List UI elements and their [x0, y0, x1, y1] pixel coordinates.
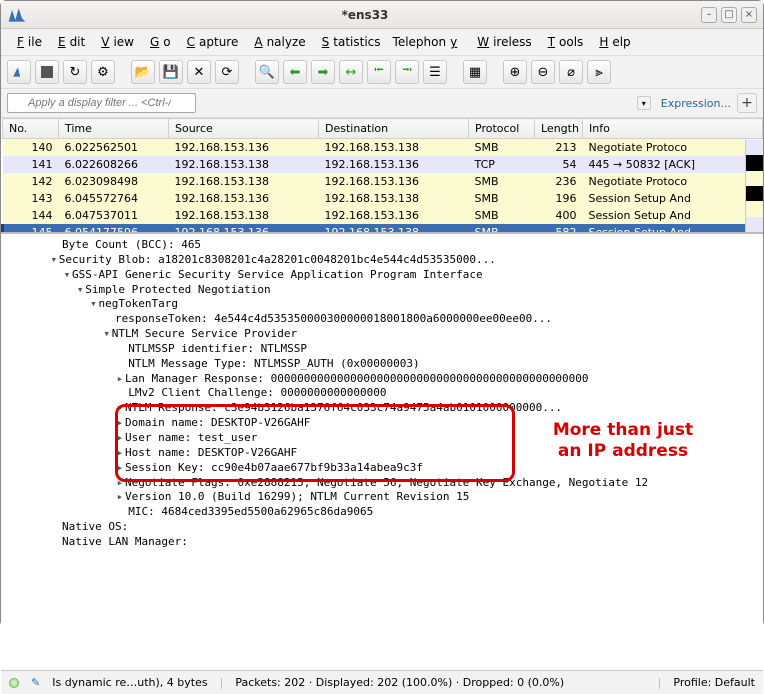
menubar: File Edit View Go Capture Analyze Statis…: [1, 29, 763, 56]
annotation-highlight-box: [115, 404, 515, 482]
caret-down-icon[interactable]: ▾: [62, 268, 72, 283]
packet-row[interactable]: 1416.022608266192.168.153.138192.168.153…: [3, 156, 763, 173]
restart-icon[interactable]: ↻: [63, 60, 87, 84]
tree-mic: MIC: 4684ced3395ed5500a62965c86da9065: [128, 505, 373, 518]
minimap-scrollbar[interactable]: [745, 140, 763, 232]
stop-icon[interactable]: [35, 60, 59, 84]
display-filter-input[interactable]: [7, 93, 196, 113]
packet-row[interactable]: 1446.047537011192.168.153.138192.168.153…: [3, 207, 763, 224]
minimize-button[interactable]: –: [701, 7, 717, 23]
packet-details-pane[interactable]: Byte Count (BCC): 465 ▾Security Blob: a1…: [1, 234, 763, 670]
menu-help[interactable]: Help: [591, 33, 634, 51]
expression-link[interactable]: Expression...: [661, 97, 731, 110]
tree-msgtype: NTLM Message Type: NTLMSSP_AUTH (0x00000…: [128, 357, 419, 370]
go-prev-icon[interactable]: ⬅: [283, 60, 307, 84]
tree-ntlmssp: NTLM Secure Service Provider: [112, 327, 297, 340]
find-icon[interactable]: 🔍: [255, 60, 279, 84]
menu-capture[interactable]: Capture: [179, 33, 243, 51]
packet-row[interactable]: 1406.022562501192.168.153.136192.168.153…: [3, 139, 763, 157]
reload-icon[interactable]: ⟳: [215, 60, 239, 84]
caret-right-icon[interactable]: ▸: [115, 372, 125, 387]
packet-row[interactable]: 1426.023098498192.168.153.138192.168.153…: [3, 173, 763, 190]
edit-preferences-icon[interactable]: ✎: [31, 676, 40, 689]
close-button[interactable]: ×: [741, 7, 757, 23]
caret-right-icon[interactable]: ▸: [115, 490, 125, 505]
col-info[interactable]: Info: [583, 119, 763, 139]
status-profile[interactable]: Profile: Default: [673, 676, 755, 689]
menu-analyze[interactable]: Analyze: [246, 33, 309, 51]
col-no[interactable]: No.: [3, 119, 59, 139]
zoom-reset-icon[interactable]: ⌀: [559, 60, 583, 84]
packet-row[interactable]: 1436.045572764192.168.153.136192.168.153…: [3, 190, 763, 207]
filter-row: ▮ ▾ Expression... +: [1, 89, 763, 118]
zoom-out-icon[interactable]: ⊖: [531, 60, 555, 84]
add-filter-button[interactable]: +: [737, 93, 757, 113]
menu-file[interactable]: File: [9, 33, 46, 51]
menu-telephony[interactable]: Telephony: [389, 33, 466, 51]
options-icon[interactable]: ⚙: [91, 60, 115, 84]
caret-down-icon[interactable]: ▾: [49, 253, 59, 268]
tree-nativeos: Native OS:: [62, 520, 128, 533]
resize-cols-icon[interactable]: ⫸: [587, 60, 611, 84]
titlebar: *ens33 – □ ×: [1, 1, 763, 29]
callout-line1: More than just: [533, 420, 713, 441]
caret-down-icon[interactable]: ▾: [88, 297, 98, 312]
menu-statistics[interactable]: Statistics: [314, 33, 385, 51]
col-dest[interactable]: Destination: [319, 119, 469, 139]
col-len[interactable]: Length: [535, 119, 583, 139]
caret-down-icon[interactable]: ▾: [75, 283, 85, 298]
tree-lmv2: LMv2 Client Challenge: 0000000000000000: [128, 386, 386, 399]
tree-gssapi: GSS-API Generic Security Service Applica…: [72, 268, 483, 281]
tree-version: Version 10.0 (Build 16299); NTLM Current…: [125, 490, 469, 503]
caret-down-icon[interactable]: ▾: [102, 327, 112, 342]
status-packets: Packets: 202 · Displayed: 202 (100.0%) ·…: [235, 676, 645, 689]
auto-scroll-icon[interactable]: ☰: [423, 60, 447, 84]
col-proto[interactable]: Protocol: [469, 119, 535, 139]
tree-responsetoken: responseToken: 4e544c4d53535000030000001…: [115, 312, 552, 325]
maximize-button[interactable]: □: [721, 7, 737, 23]
tree-nativelm: Native LAN Manager:: [62, 535, 188, 548]
menu-go[interactable]: Go: [142, 33, 175, 51]
toolbar: ↻ ⚙ 📂 💾 ✕ ⟳ 🔍 ⬅ ➡ ↔ ⭰ ⭲ ☰ ▦ ⊕ ⊖ ⌀ ⫸: [1, 56, 763, 89]
packet-row[interactable]: 1456.054177596192.168.153.136192.168.153…: [3, 224, 763, 234]
go-next-icon[interactable]: ➡: [311, 60, 335, 84]
menu-edit[interactable]: Edit: [50, 33, 89, 51]
save-icon[interactable]: 💾: [159, 60, 183, 84]
tree-ntlmid: NTLMSSP identifier: NTLMSSP: [128, 342, 307, 355]
go-last-icon[interactable]: ⭲: [395, 60, 419, 84]
close-file-icon[interactable]: ✕: [187, 60, 211, 84]
packet-list-pane: No. Time Source Destination Protocol Len…: [1, 118, 763, 234]
col-time[interactable]: Time: [59, 119, 169, 139]
tree-bcc: Byte Count (BCC): 465: [62, 238, 201, 251]
menu-wireless[interactable]: Wireless: [469, 33, 535, 51]
menu-tools[interactable]: Tools: [540, 33, 588, 51]
packet-header-row: No. Time Source Destination Protocol Len…: [3, 119, 763, 139]
tree-secblob: Security Blob: a18201c8308201c4a28201c00…: [59, 253, 496, 266]
callout-line2: an IP address: [533, 441, 713, 462]
zoom-in-icon[interactable]: ⊕: [503, 60, 527, 84]
col-source[interactable]: Source: [169, 119, 319, 139]
expert-led-icon[interactable]: [9, 678, 19, 688]
shark-fin-icon[interactable]: [7, 60, 31, 84]
status-dynamic: Is dynamic re…uth), 4 bytes: [52, 676, 207, 689]
jump-icon[interactable]: ↔: [339, 60, 363, 84]
go-first-icon[interactable]: ⭰: [367, 60, 391, 84]
wireshark-icon: [7, 5, 27, 25]
chevron-down-icon[interactable]: ▾: [637, 96, 651, 110]
colorize-icon[interactable]: ▦: [463, 60, 487, 84]
tree-negtokentarg: negTokenTarg: [98, 297, 177, 310]
menu-view[interactable]: View: [93, 33, 138, 51]
statusbar: ✎ Is dynamic re…uth), 4 bytes | Packets:…: [1, 670, 763, 694]
annotation-callout: More than just an IP address: [533, 420, 713, 463]
tree-lmresponse: Lan Manager Response: 000000000000000000…: [125, 372, 589, 385]
tree-spnego: Simple Protected Negotiation: [85, 283, 270, 296]
open-icon[interactable]: 📂: [131, 60, 155, 84]
window-title: *ens33: [33, 8, 697, 22]
